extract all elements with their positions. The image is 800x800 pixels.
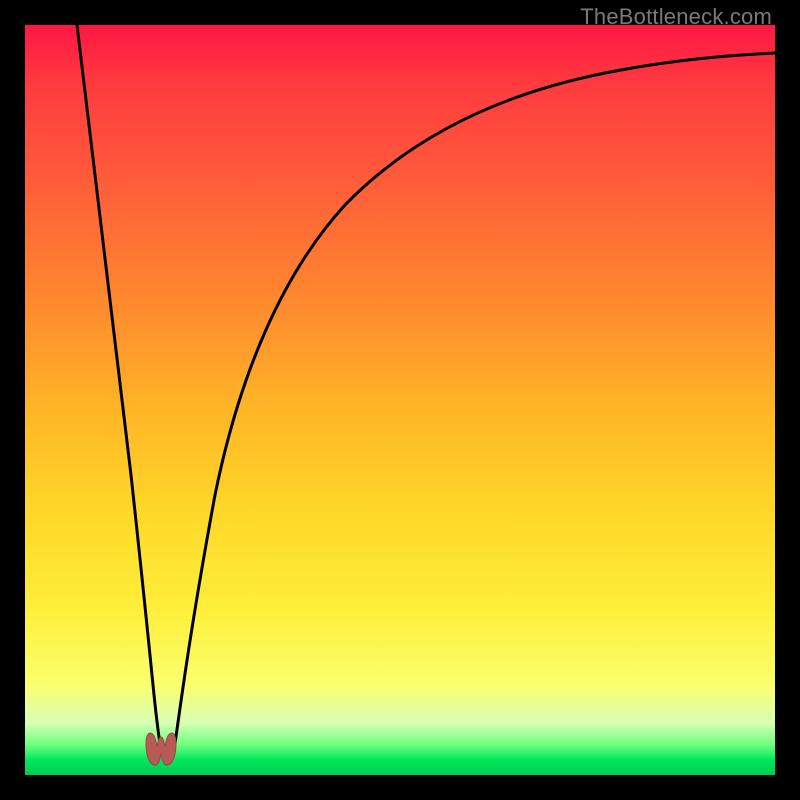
outer-frame: TheBottleneck.com xyxy=(0,0,800,800)
watermark-text: TheBottleneck.com xyxy=(580,4,772,30)
bottleneck-curve xyxy=(25,25,775,775)
minimum-marker-icon xyxy=(144,731,178,767)
curve-right-branch xyxy=(174,53,775,751)
plot-area xyxy=(25,25,775,775)
curve-left-branch xyxy=(77,25,161,751)
